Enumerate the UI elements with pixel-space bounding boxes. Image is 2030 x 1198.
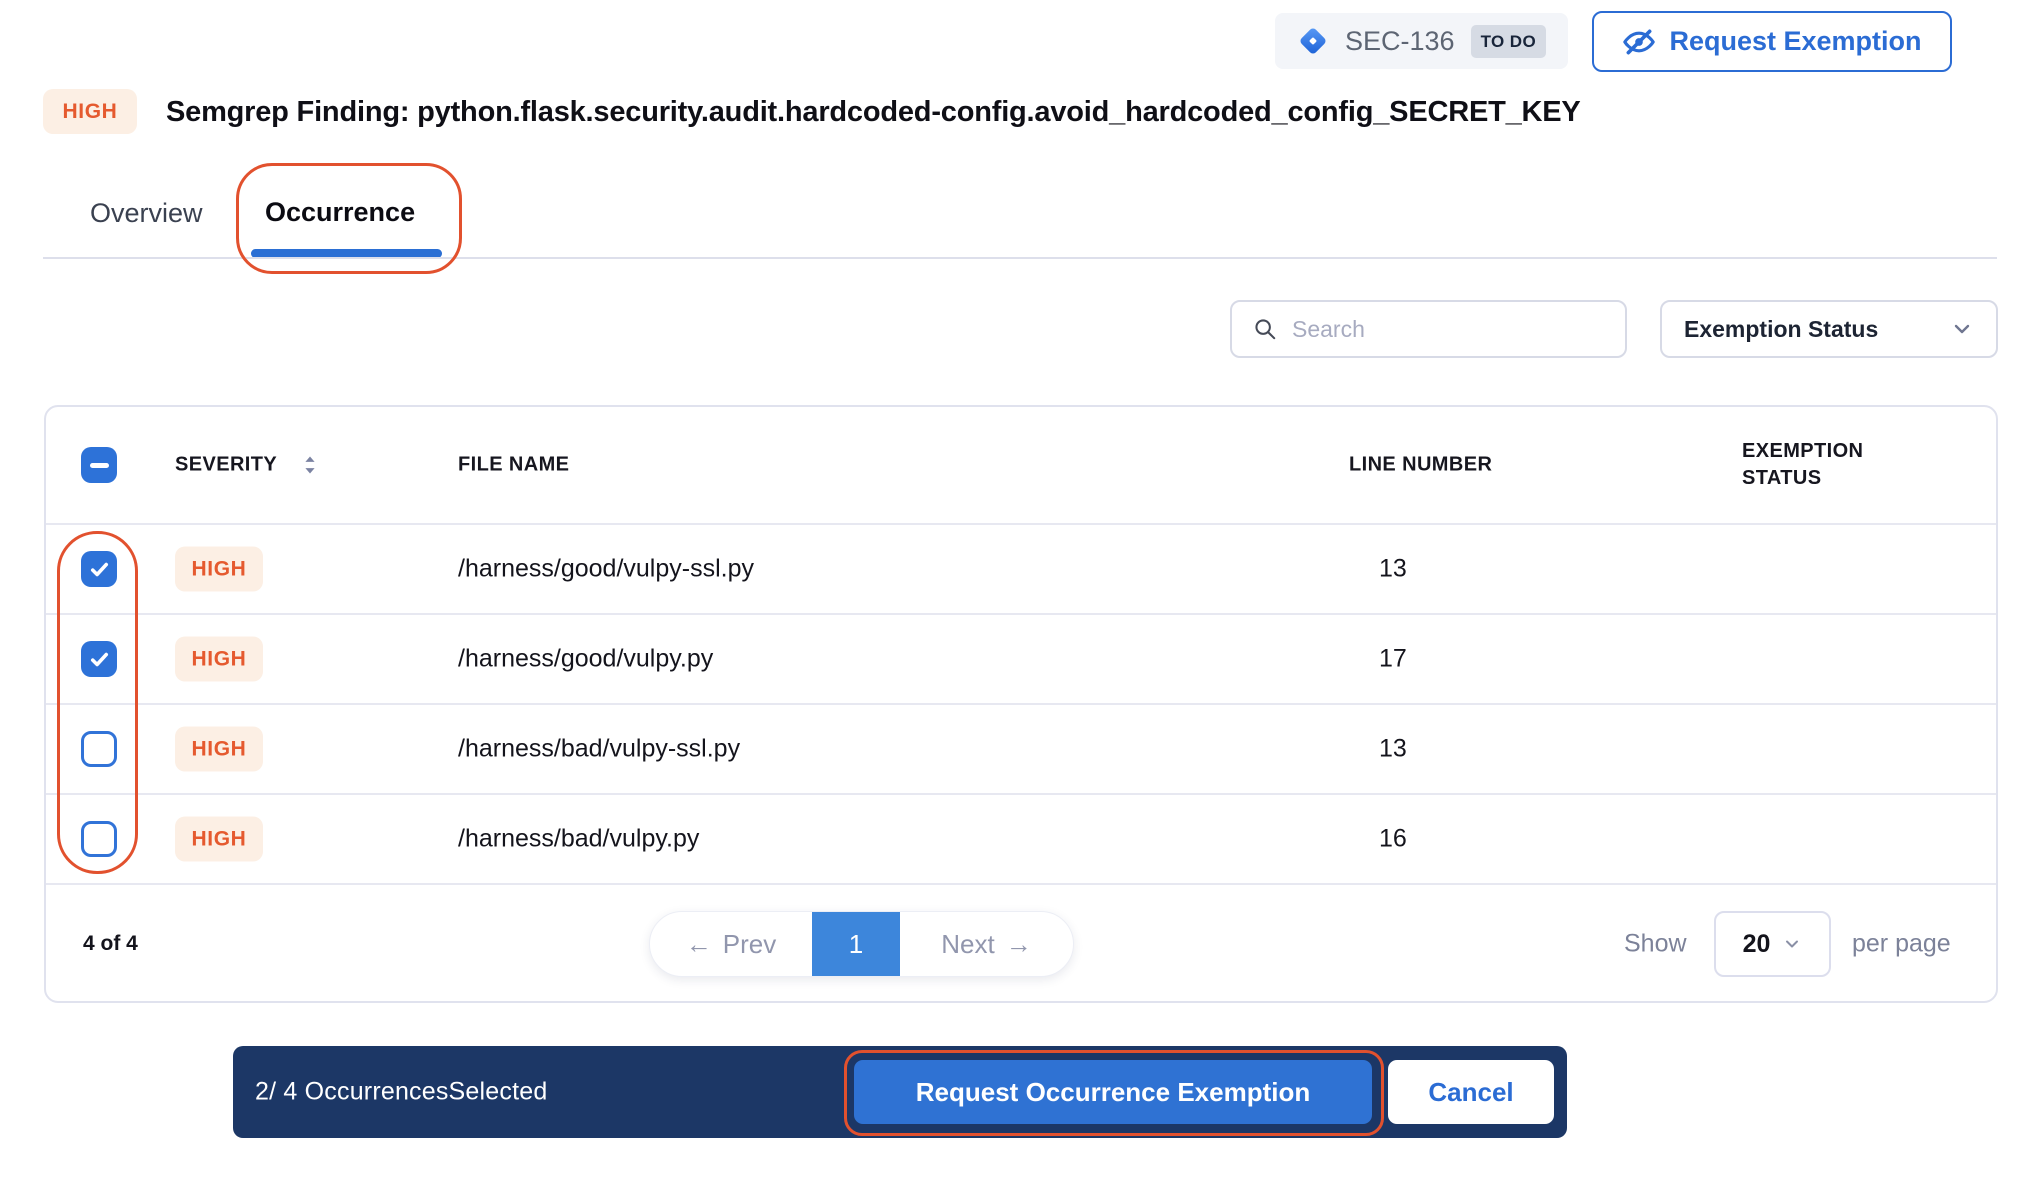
search-box[interactable] [1230,300,1627,358]
select-all-checkbox[interactable] [81,447,117,483]
file-name-cell: /harness/good/vulpy-ssl.py [458,555,754,584]
chevron-down-icon [1782,934,1802,954]
cancel-button[interactable]: Cancel [1388,1060,1554,1124]
file-name-cell: /harness/bad/vulpy.py [458,825,699,854]
per-page-label: per page [1852,930,1951,959]
search-input[interactable] [1292,316,1605,343]
request-exemption-button[interactable]: Request Exemption [1592,11,1952,72]
file-name-cell: /harness/good/vulpy.py [458,645,713,674]
finding-severity-badge: HIGH [43,89,137,134]
tab-occurrence[interactable]: Occurrence [265,197,415,228]
line-number-cell: 16 [1379,825,1407,854]
chevron-down-icon [1950,317,1974,341]
jira-diamond-icon [1297,25,1329,57]
prev-page-button[interactable]: ← Prev [650,912,812,976]
occurrences-table: SEVERITY FILE NAME LINE NUMBER EXEMPTION… [44,405,1998,1003]
next-page-button[interactable]: Next → [900,912,1073,976]
line-number-cell: 13 [1379,735,1407,764]
tabs-divider [43,257,1997,259]
pagination: ← Prev 1 Next → [649,911,1074,977]
column-header-file-name: FILE NAME [458,454,569,477]
page-size-dropdown[interactable]: 20 [1714,911,1831,977]
tab-overview[interactable]: Overview [90,198,203,229]
file-name-cell: /harness/bad/vulpy-ssl.py [458,735,740,764]
jira-status-badge: TO DO [1471,25,1547,58]
row-count-label: 4 of 4 [83,932,138,956]
table-row[interactable]: HIGH /harness/good/vulpy-ssl.py 13 [46,523,1996,613]
jira-ticket-badge[interactable]: SEC-136 TO DO [1275,13,1568,69]
arrow-right-icon: → [1006,929,1032,960]
next-label: Next [941,929,994,960]
severity-badge: HIGH [175,817,263,862]
column-header-line-number: LINE NUMBER [1349,454,1492,477]
table-row[interactable]: HIGH /harness/good/vulpy.py 17 [46,613,1996,703]
row-checkbox[interactable] [81,551,117,587]
column-header-exemption-status: EXEMPTION STATUS [1742,438,1927,492]
request-occurrence-exemption-button[interactable]: Request Occurrence Exemption [854,1060,1372,1124]
column-header-severity[interactable]: SEVERITY [175,454,277,477]
selected-count-label: 2/ 4 OccurrencesSelected [255,1078,547,1107]
severity-badge: HIGH [175,547,263,592]
severity-badge: HIGH [175,727,263,772]
search-icon [1252,316,1278,342]
selection-action-bar: 2/ 4 OccurrencesSelected Request Occurre… [233,1046,1567,1138]
request-exemption-label: Request Exemption [1669,26,1921,57]
severity-badge: HIGH [175,637,263,682]
page-number-button[interactable]: 1 [812,912,900,976]
page-size-value: 20 [1743,930,1771,959]
show-label: Show [1624,930,1687,959]
row-checkbox[interactable] [81,821,117,857]
line-number-cell: 13 [1379,555,1407,584]
row-checkbox[interactable] [81,641,117,677]
exemption-status-dropdown[interactable]: Exemption Status [1660,300,1998,358]
jira-ticket-key: SEC-136 [1345,26,1455,57]
table-footer: 4 of 4 ← Prev 1 Next → Show 20 per page [46,883,1996,1003]
line-number-cell: 17 [1379,645,1407,674]
table-row[interactable]: HIGH /harness/bad/vulpy-ssl.py 13 [46,703,1996,793]
indeterminate-minus-icon [90,463,109,468]
row-checkbox[interactable] [81,731,117,767]
arrow-left-icon: ← [686,929,712,960]
exemption-status-dropdown-label: Exemption Status [1684,316,1878,343]
page-title: Semgrep Finding: python.flask.security.a… [166,96,1581,129]
checkmark-icon [87,557,112,582]
prev-label: Prev [723,929,776,960]
checkmark-icon [87,647,112,672]
eye-slash-icon [1622,25,1656,59]
sort-icon[interactable] [298,453,322,477]
table-row[interactable]: HIGH /harness/bad/vulpy.py 16 [46,793,1996,883]
